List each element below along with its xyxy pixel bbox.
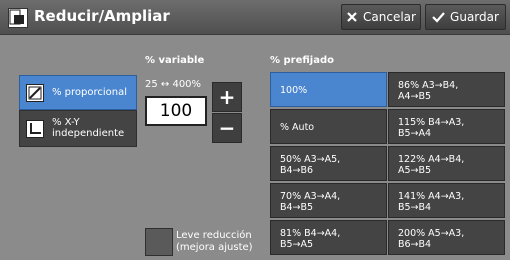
- preset-line1: 200% A5→A3,: [398, 228, 465, 239]
- xy-independent-button[interactable]: % X-Y independiente: [19, 110, 137, 147]
- reduce-enlarge-icon: [8, 8, 28, 28]
- preset-cell[interactable]: 141% A4→A3, B5→B4: [388, 183, 505, 218]
- preset-line2: B4→B6: [280, 165, 314, 176]
- preset-label: % prefijado: [270, 55, 334, 66]
- variable-label: % variable: [145, 55, 205, 66]
- preset-cell[interactable]: 200% A5→A3, B6→B4: [388, 220, 505, 255]
- preset-line1: 50% A3→A5,: [280, 154, 341, 165]
- xy-independent-label: % X-Y independiente: [52, 117, 124, 139]
- preset-line2: A4→B5: [398, 91, 432, 102]
- preset-line1: 122% A4→B4,: [398, 154, 465, 165]
- preset-line1: 115% B4→A3,: [398, 117, 465, 128]
- preset-line1: 70% A3→A4,: [280, 191, 341, 202]
- xy-independent-icon: [26, 120, 44, 138]
- proportional-icon: [26, 84, 44, 102]
- plus-icon: +: [218, 85, 236, 109]
- preset-cell[interactable]: 70% A3→A4, B4→B5: [270, 183, 387, 218]
- range-text: 25 ↔ 400%: [145, 79, 202, 90]
- cancel-label: Cancelar: [363, 10, 416, 24]
- slight-reduction-line2: (mejora ajuste): [176, 242, 253, 253]
- preset-cell[interactable]: 81% B4→A4, B5→A5: [270, 220, 387, 255]
- page-title: Reducir/Ampliar: [34, 7, 170, 25]
- xy-label-line2: independiente: [52, 128, 125, 139]
- preset-line1: 100%: [280, 85, 308, 96]
- save-button[interactable]: Guardar: [425, 4, 506, 30]
- preset-line2: B4→B5: [280, 202, 314, 213]
- save-label: Guardar: [450, 10, 499, 24]
- xy-label-line1: % X-Y: [52, 117, 80, 128]
- preset-cell[interactable]: 100%: [270, 72, 387, 107]
- percent-value-field[interactable]: 100: [145, 96, 207, 126]
- minus-icon: −: [218, 116, 236, 140]
- cancel-x-icon: [346, 11, 358, 23]
- preset-line1: 81% B4→A4,: [280, 228, 341, 239]
- increase-button[interactable]: +: [212, 82, 242, 112]
- preset-cell[interactable]: 122% A4→B4, A5→B5: [388, 146, 505, 181]
- preset-cell[interactable]: 86% A3→B4, A4→B5: [388, 72, 505, 107]
- slight-reduction-checkbox[interactable]: [145, 228, 173, 256]
- preset-line2: B5→B4: [398, 202, 432, 213]
- cancel-button[interactable]: Cancelar: [341, 4, 421, 30]
- preset-line2: B5→A4: [398, 128, 432, 139]
- preset-line1: % Auto: [280, 122, 315, 133]
- preset-line2: A5→B5: [398, 165, 432, 176]
- preset-cell[interactable]: % Auto: [270, 109, 387, 144]
- title-bar: Reducir/Ampliar Cancelar Guardar: [0, 0, 510, 35]
- slight-reduction-label: Leve reducción (mejora ajuste): [176, 230, 253, 254]
- slight-reduction-line1: Leve reducción: [176, 230, 252, 241]
- preset-cell[interactable]: 50% A3→A5, B4→B6: [270, 146, 387, 181]
- preset-line1: 141% A4→A3,: [398, 191, 465, 202]
- preset-line1: 86% A3→B4,: [398, 80, 459, 91]
- preset-line2: B6→B4: [398, 239, 432, 250]
- proportional-label: % proporcional: [52, 87, 128, 98]
- checkmark-icon: [432, 11, 445, 23]
- preset-cell[interactable]: 115% B4→A3, B5→A4: [388, 109, 505, 144]
- preset-line2: B5→A5: [280, 239, 314, 250]
- proportional-button[interactable]: % proporcional: [19, 75, 137, 110]
- decrease-button[interactable]: −: [212, 113, 242, 143]
